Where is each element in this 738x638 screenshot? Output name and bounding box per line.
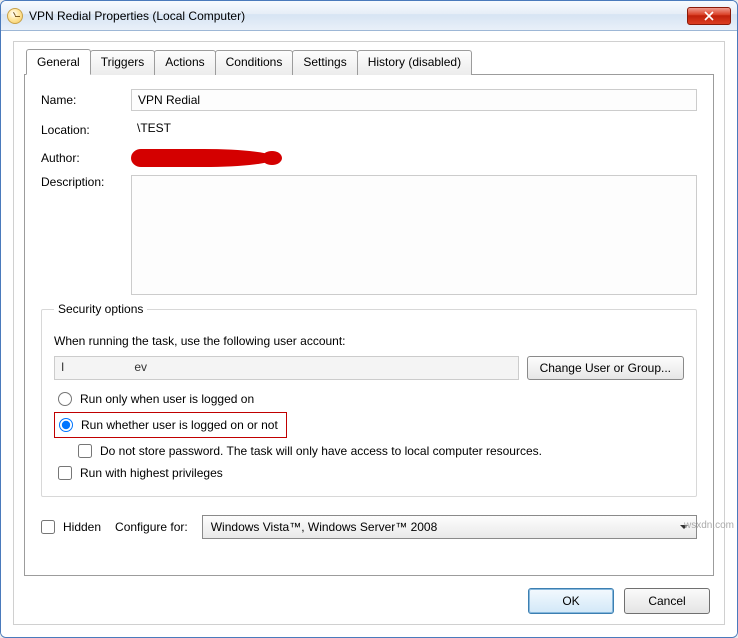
clock-icon	[7, 8, 23, 24]
configure-for-label: Configure for:	[115, 520, 188, 534]
close-button[interactable]	[687, 7, 731, 25]
location-value: \TEST	[131, 119, 697, 141]
name-row: Name:	[41, 89, 697, 111]
watermark: wsxdn.com	[684, 520, 734, 531]
account-part2: ev	[134, 360, 147, 376]
no-store-pw-row: Do not store password. The task will onl…	[54, 440, 684, 462]
location-row: Location: \TEST	[41, 119, 697, 141]
client-area: General Triggers Actions Conditions Sett…	[1, 31, 737, 637]
cancel-button[interactable]: Cancel	[624, 588, 710, 614]
radio-logged-on-label: Run only when user is logged on	[80, 392, 254, 406]
user-account-display: I ev	[54, 356, 519, 380]
radio-row-logged-on: Run only when user is logged on	[54, 388, 684, 410]
account-row: I ev Change User or Group...	[54, 356, 684, 380]
tab-conditions[interactable]: Conditions	[215, 50, 294, 75]
name-label: Name:	[41, 93, 121, 107]
tab-settings[interactable]: Settings	[292, 50, 357, 75]
configure-for-dropdown[interactable]: Windows Vista™, Windows Server™ 2008	[202, 515, 697, 539]
author-redacted	[131, 149, 276, 167]
radio-highlight-box: Run whether user is logged on or not	[54, 412, 287, 438]
author-label: Author:	[41, 151, 121, 165]
configure-for-value: Windows Vista™, Windows Server™ 2008	[211, 520, 438, 534]
close-icon	[704, 11, 714, 21]
footer-buttons: OK Cancel	[24, 576, 714, 614]
highest-priv-label: Run with highest privileges	[80, 466, 223, 480]
radio-whether-logged[interactable]	[59, 418, 73, 432]
tab-actions[interactable]: Actions	[154, 50, 215, 75]
author-row: Author:	[41, 149, 697, 167]
tab-triggers[interactable]: Triggers	[90, 50, 156, 75]
hidden-row: Hidden	[41, 520, 101, 534]
account-part1: I	[61, 360, 64, 376]
checkbox-no-store-pw[interactable]	[78, 444, 92, 458]
running-as-text: When running the task, use the following…	[54, 334, 684, 348]
description-label: Description:	[41, 175, 121, 189]
radio-whether-label: Run whether user is logged on or not	[81, 418, 278, 432]
security-options-fieldset: Security options When running the task, …	[41, 309, 697, 497]
checkbox-highest-priv[interactable]	[58, 466, 72, 480]
bottom-row: Hidden Configure for: Windows Vista™, Wi…	[41, 505, 697, 539]
tab-general[interactable]: General	[26, 49, 91, 75]
description-input[interactable]	[131, 175, 697, 295]
security-legend: Security options	[54, 302, 147, 316]
radio-logged-on[interactable]	[58, 392, 72, 406]
highest-priv-row: Run with highest privileges	[54, 462, 684, 484]
change-user-button[interactable]: Change User or Group...	[527, 356, 684, 380]
titlebar[interactable]: VPN Redial Properties (Local Computer)	[1, 1, 737, 31]
window-title: VPN Redial Properties (Local Computer)	[29, 9, 687, 23]
dialog-window: VPN Redial Properties (Local Computer) G…	[0, 0, 738, 638]
inner-panel: General Triggers Actions Conditions Sett…	[13, 41, 725, 625]
name-input[interactable]	[131, 89, 697, 111]
tab-content-general: Name: Location: \TEST Author: Descriptio…	[24, 74, 714, 576]
location-label: Location:	[41, 123, 121, 137]
description-row: Description:	[41, 175, 697, 295]
ok-button[interactable]: OK	[528, 588, 614, 614]
no-store-pw-label: Do not store password. The task will onl…	[100, 444, 542, 458]
checkbox-hidden[interactable]	[41, 520, 55, 534]
tab-history[interactable]: History (disabled)	[357, 50, 472, 75]
tab-strip: General Triggers Actions Conditions Sett…	[24, 50, 714, 75]
hidden-label: Hidden	[63, 520, 101, 534]
